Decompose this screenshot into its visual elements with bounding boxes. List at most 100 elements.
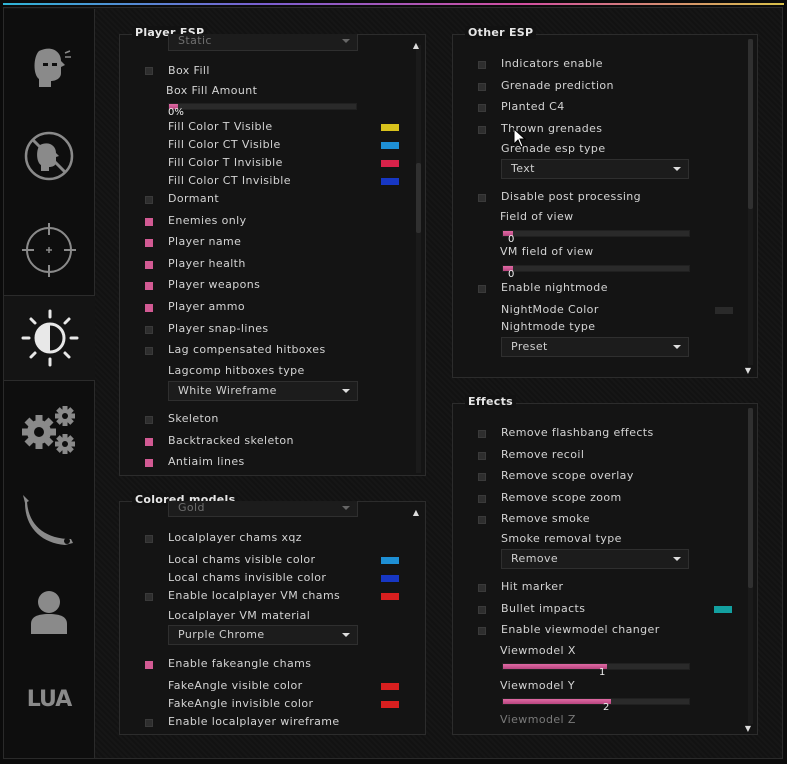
- fov-value: 0: [508, 234, 515, 245]
- nightmode-type-label: Nightmode type: [501, 320, 596, 333]
- fakeangle-chams-checkbox[interactable]: [145, 661, 153, 669]
- fill-color-ct-invisible-label: Fill Color CT Invisible: [168, 174, 291, 187]
- player-weapons-checkbox[interactable]: [145, 282, 153, 291]
- remove-flashbang-effects-checkbox[interactable]: [478, 430, 486, 438]
- vm-fov-slider[interactable]: 0: [502, 265, 690, 280]
- ragebot-tab[interactable]: [4, 29, 94, 105]
- grenade-prediction-label: Grenade prediction: [501, 79, 614, 92]
- vm-chams-checkbox[interactable]: [145, 593, 153, 601]
- viewmodel-changer-label: Enable viewmodel changer: [501, 623, 660, 636]
- nightmode-color-swatch[interactable]: [715, 307, 733, 314]
- lag-compensated-hitboxes-checkbox[interactable]: [145, 347, 153, 356]
- visuals-tab[interactable]: [4, 295, 95, 381]
- misc-tab[interactable]: [4, 387, 94, 473]
- player-esp-scrollbar[interactable]: [416, 45, 421, 473]
- dormant-checkbox[interactable]: [145, 196, 153, 204]
- fill-color-t-invisible-swatch[interactable]: [381, 160, 399, 167]
- vm-y-slider[interactable]: 2: [502, 698, 690, 713]
- enemies-only-label: Enemies only: [168, 213, 247, 227]
- box-fill-amount-value: 0%: [168, 107, 184, 118]
- scroll-down-icon[interactable]: ▼: [745, 724, 751, 733]
- smoke-type-dropdown[interactable]: Remove: [501, 549, 689, 569]
- enemies-only-checkbox[interactable]: [145, 217, 153, 226]
- skins-tab[interactable]: [4, 479, 94, 563]
- fill-color-ct-invisible-swatch[interactable]: [381, 178, 399, 185]
- backtracked-skeleton-checkbox[interactable]: [145, 437, 153, 446]
- remove-flashbang-effects-label: Remove flashbang effects: [501, 426, 654, 439]
- fakeangle-visible-swatch[interactable]: [381, 683, 399, 690]
- indicators-checkbox[interactable]: [478, 61, 486, 69]
- viewmodel-changer-checkbox[interactable]: [478, 627, 486, 635]
- remove-scope-overlay-checkbox[interactable]: [478, 473, 486, 482]
- remove-recoil-checkbox[interactable]: [478, 451, 486, 460]
- player-name-checkbox[interactable]: [145, 239, 153, 248]
- mouse-cursor-icon: [513, 128, 527, 148]
- skeleton-checkbox[interactable]: [145, 416, 153, 424]
- fov-slider[interactable]: 0: [502, 230, 690, 245]
- antiaim-lines-label: Antiaim lines: [168, 455, 245, 469]
- vm-y-label: Viewmodel Y: [500, 679, 575, 692]
- effects-scrollbar[interactable]: [748, 408, 753, 724]
- vm-x-label: Viewmodel X: [500, 644, 576, 657]
- remove-recoil-label: Remove recoil: [501, 447, 585, 461]
- box-fill-amount-slider[interactable]: 0%: [168, 103, 357, 118]
- disable-post-checkbox[interactable]: [478, 194, 486, 202]
- antiaim-lines-checkbox[interactable]: [145, 459, 153, 468]
- colored-models-top-dropdown[interactable]: Gold: [168, 501, 358, 517]
- lua-tab[interactable]: LUA: [4, 659, 94, 739]
- player-name-label: Player name: [168, 235, 242, 249]
- effects-title: Effects: [465, 395, 516, 408]
- remove-smoke-checkbox[interactable]: [478, 516, 486, 525]
- box-fill-amount-label: Box Fill Amount: [166, 84, 258, 97]
- fakeangle-invisible-swatch[interactable]: [381, 701, 399, 708]
- fakeangle-visible-label: FakeAngle visible color: [168, 679, 303, 692]
- player-weapons-label: Player weapons: [168, 278, 261, 292]
- lag-compensated-hitboxes-label: Lag compensated hitboxes: [168, 343, 326, 357]
- local-visible-swatch[interactable]: [381, 557, 399, 564]
- bullet-impacts-label: Bullet impacts: [501, 602, 586, 615]
- gears-icon: [22, 406, 75, 454]
- player-ammo-checkbox[interactable]: [145, 304, 153, 312]
- scroll-up-icon[interactable]: ▲: [413, 41, 419, 50]
- fill-color-t-visible-label: Fill Color T Visible: [168, 120, 273, 133]
- grenade-prediction-checkbox[interactable]: [478, 83, 486, 91]
- fill-color-ct-visible-label: Fill Color CT Visible: [168, 138, 281, 151]
- localplayer-chams-checkbox[interactable]: [145, 535, 153, 543]
- other-esp-scrollbar[interactable]: [748, 39, 753, 365]
- thrown-grenades-checkbox[interactable]: [478, 126, 486, 134]
- player-health-checkbox[interactable]: [145, 260, 153, 269]
- bullet-impacts-checkbox[interactable]: [478, 606, 486, 614]
- players-tab[interactable]: [4, 569, 94, 653]
- vm-y-fill: [503, 699, 611, 704]
- remove-scope-zoom-checkbox[interactable]: [478, 494, 486, 503]
- legitbot-tab[interactable]: [4, 205, 94, 296]
- player-snap-lines-checkbox[interactable]: [145, 325, 153, 334]
- local-visible-label: Local chams visible color: [168, 553, 316, 566]
- player-esp-top-dropdown[interactable]: Static: [168, 34, 358, 51]
- lagcomp-type-dropdown[interactable]: White Wireframe: [168, 381, 358, 401]
- wireframe-checkbox[interactable]: [145, 719, 153, 727]
- player-snap-lines-label: Player snap-lines: [168, 321, 269, 335]
- planted-c4-checkbox[interactable]: [478, 104, 486, 112]
- smoke-type-label: Smoke removal type: [501, 532, 622, 545]
- antiaim-tab[interactable]: [4, 109, 94, 203]
- vm-fov-label: VM field of view: [500, 245, 594, 258]
- nightmode-type-dropdown[interactable]: Preset: [501, 337, 689, 357]
- hit-marker-checkbox[interactable]: [478, 584, 486, 592]
- box-fill-checkbox[interactable]: [145, 67, 153, 75]
- fill-color-t-visible-swatch[interactable]: [381, 124, 399, 131]
- local-invisible-swatch[interactable]: [381, 575, 399, 582]
- fov-label: Field of view: [500, 210, 574, 223]
- scroll-down-icon[interactable]: ▼: [745, 366, 751, 375]
- player-health-label: Player health: [168, 256, 246, 270]
- vm-chams-swatch[interactable]: [381, 593, 399, 600]
- top-accent-bar: [0, 0, 787, 6]
- vm-x-slider[interactable]: 1: [502, 663, 690, 678]
- bullet-impacts-swatch[interactable]: [714, 606, 732, 613]
- grenade-esp-type-dropdown[interactable]: Text: [501, 159, 689, 179]
- fill-color-ct-visible-swatch[interactable]: [381, 142, 399, 149]
- remove-scope-zoom-label: Remove scope zoom: [501, 490, 622, 504]
- vm-material-dropdown[interactable]: Purple Chrome: [168, 625, 358, 645]
- scroll-up-icon[interactable]: ▲: [413, 508, 419, 517]
- nightmode-checkbox[interactable]: [478, 285, 486, 293]
